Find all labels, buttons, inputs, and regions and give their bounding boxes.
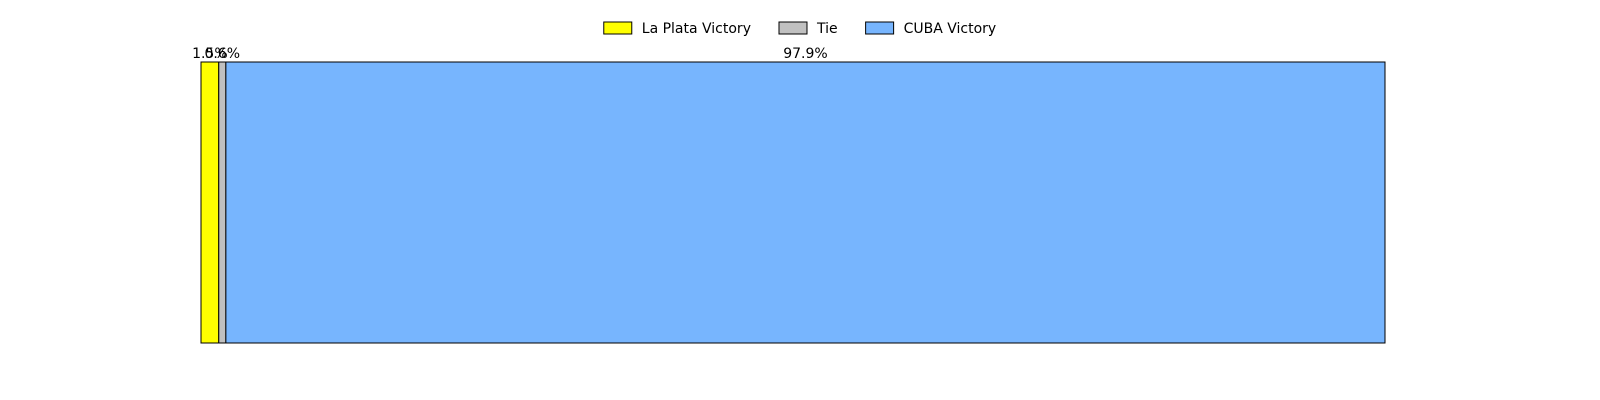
bar-group (200, 61, 1386, 344)
legend-swatch-tie (778, 21, 808, 35)
legend-label-la-plata-victory: La Plata Victory (642, 21, 751, 37)
data-label-tie: 0.6% (205, 46, 241, 62)
data-label-cuba-victory: 97.9% (783, 46, 827, 62)
data-label-group: 1.5%0.6% 97.9% (192, 46, 828, 62)
legend-item-la-plata-victory: La Plata Victory (603, 21, 751, 37)
bar-la-plata-victory (200, 61, 220, 344)
legend-item-cuba-victory: CUBA Victory (865, 21, 997, 37)
stacked-bar-chart: La Plata Victory Tie CUBA Victory 1.5%0.6%… (192, 21, 1386, 344)
legend-swatch-la-plata-victory (603, 21, 633, 35)
bar-cuba-victory (225, 61, 1386, 344)
legend: La Plata Victory Tie CUBA Victory (603, 21, 997, 37)
legend-item-tie: Tie (778, 21, 838, 37)
legend-label-cuba-victory: CUBA Victory (904, 21, 997, 37)
legend-swatch-cuba-victory (865, 21, 895, 35)
legend-label-tie: Tie (816, 21, 838, 37)
bar-tie (218, 61, 227, 344)
